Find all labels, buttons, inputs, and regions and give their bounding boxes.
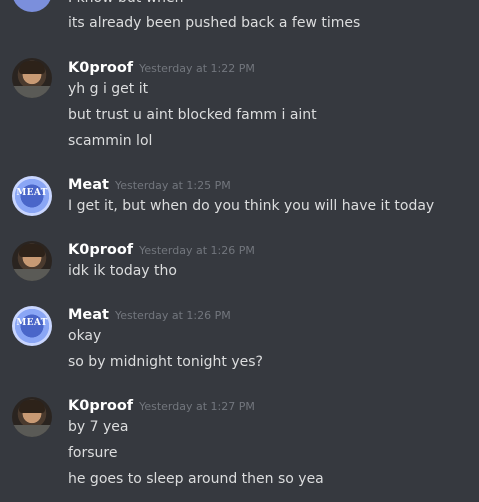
message-text: okay xyxy=(68,328,102,344)
message-text: its already been pushed back a few times xyxy=(68,15,361,31)
avatar-text: MEAT xyxy=(16,188,48,198)
avatar[interactable]: MEAT xyxy=(12,176,52,216)
author-name[interactable]: K0proof xyxy=(68,398,133,414)
author-name[interactable]: Meat xyxy=(68,307,109,323)
avatar[interactable] xyxy=(12,397,52,437)
message-text: I know but when xyxy=(68,0,184,8)
message-text: he goes to sleep around then so yea xyxy=(68,471,324,487)
message-text: forsure xyxy=(68,445,118,461)
timestamp: Yesterday at 1:26 PM xyxy=(139,244,255,257)
timestamp: Yesterday at 1:22 PM xyxy=(139,62,255,75)
chat-message-list: I know but when its already been pushed … xyxy=(0,0,479,502)
message-header: Meat Yesterday at 1:25 PM xyxy=(68,174,231,196)
author-name[interactable]: K0proof xyxy=(68,242,133,258)
message-header: K0proof Yesterday at 1:27 PM xyxy=(68,395,255,417)
timestamp: Yesterday at 1:25 PM xyxy=(114,179,231,192)
avatar-text: MEAT xyxy=(16,318,48,328)
avatar[interactable] xyxy=(12,58,52,98)
avatar[interactable] xyxy=(12,0,52,12)
message-header: Meat Yesterday at 1:26 PM xyxy=(68,304,231,326)
message-text: I get it, but when do you think you will… xyxy=(68,198,435,214)
message-header: K0proof Yesterday at 1:26 PM xyxy=(68,239,255,261)
timestamp: Yesterday at 1:26 PM xyxy=(114,309,231,322)
message-text: so by midnight tonight yes? xyxy=(68,354,263,370)
timestamp: Yesterday at 1:27 PM xyxy=(139,400,255,413)
avatar[interactable] xyxy=(12,241,52,281)
message-text: idk ik today tho xyxy=(68,263,177,279)
message-text: scammin lol xyxy=(68,133,153,149)
author-name[interactable]: K0proof xyxy=(68,60,133,76)
message-text: by 7 yea xyxy=(68,419,129,435)
message-header: K0proof Yesterday at 1:22 PM xyxy=(68,57,255,79)
avatar[interactable]: MEAT xyxy=(12,306,52,346)
message-text: yh g i get it xyxy=(68,81,149,97)
message-text: but trust u aint blocked famm i aint xyxy=(68,107,317,123)
author-name[interactable]: Meat xyxy=(68,177,109,193)
